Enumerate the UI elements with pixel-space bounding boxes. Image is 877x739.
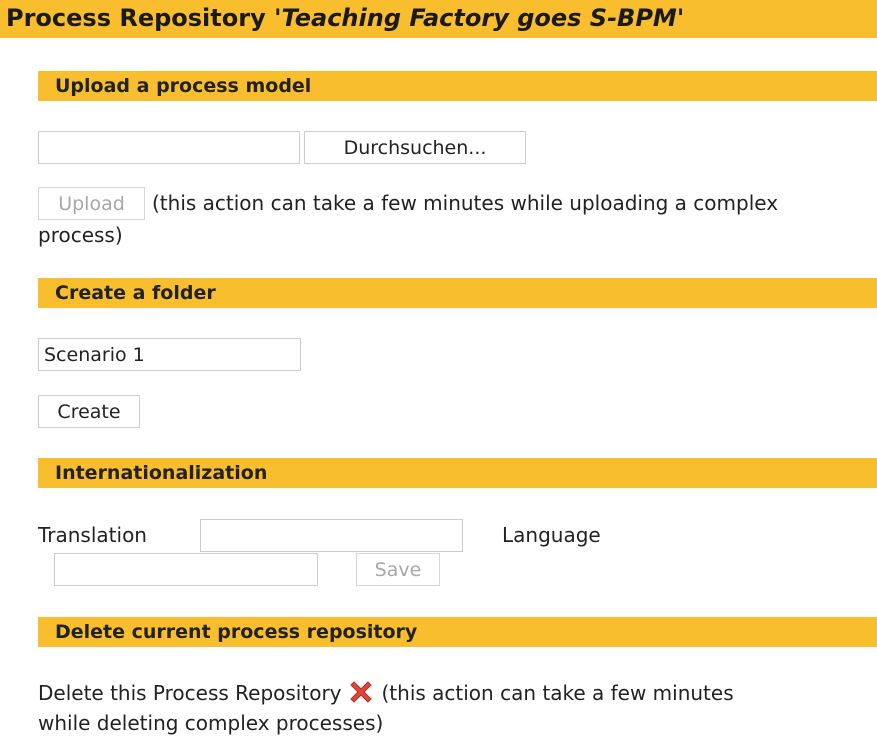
upload-note-line2: process) (38, 223, 123, 247)
upload-button[interactable]: Upload (38, 187, 145, 220)
i18n-section-header: Internationalization (38, 458, 877, 488)
delete-note-line2: while deleting complex processes) (38, 711, 384, 735)
create-folder-button[interactable]: Create (38, 395, 140, 428)
folder-section-header: Create a folder (38, 278, 877, 308)
browse-button[interactable]: Durchsuchen... (304, 131, 526, 164)
delete-x-icon[interactable] (346, 677, 376, 707)
page-title: Process Repository 'Teaching Factory goe… (6, 3, 684, 33)
repository-name: Teaching Factory goes S-BPM (281, 4, 677, 32)
delete-repository-text: Delete this Process Repository (38, 681, 342, 705)
i18n-section-title: Internationalization (55, 462, 268, 484)
page-title-prefix: Process Repository ' (6, 4, 282, 32)
delete-section-header: Delete current process repository (38, 617, 877, 647)
save-translation-button[interactable]: Save (356, 553, 440, 586)
delete-section-title: Delete current process repository (55, 621, 418, 643)
delete-note-line1: (this action can take a few minutes (381, 681, 734, 705)
language-input[interactable] (54, 553, 318, 586)
page-header: Process Repository 'Teaching Factory goe… (0, 0, 877, 38)
translation-input[interactable] (200, 519, 463, 552)
page-title-suffix: ' (676, 4, 685, 32)
upload-section-header: Upload a process model (38, 71, 877, 101)
translation-label: Translation (38, 523, 147, 547)
upload-note-line1: (this action can take a few minutes whil… (152, 191, 779, 215)
delete-line: Delete this Process Repository (this acti… (38, 677, 734, 710)
folder-section-title: Create a folder (55, 282, 216, 304)
folder-name-input[interactable] (38, 338, 301, 371)
file-path-input[interactable] (38, 131, 300, 164)
upload-section-title: Upload a process model (55, 75, 312, 97)
language-label: Language (502, 523, 601, 547)
